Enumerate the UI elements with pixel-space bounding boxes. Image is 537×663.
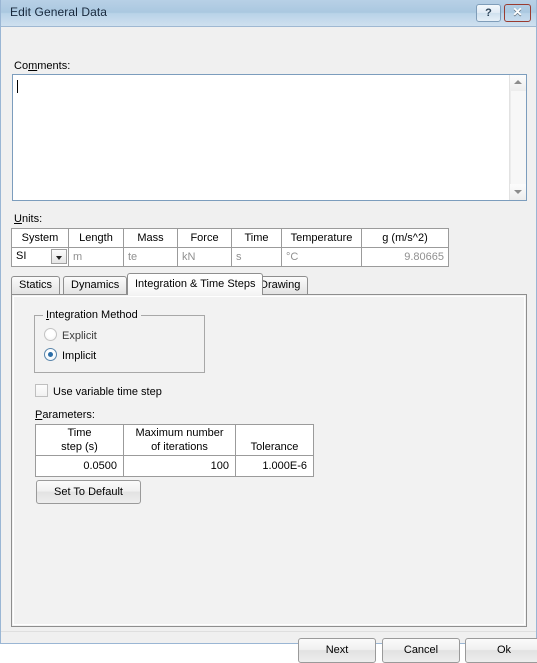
set-to-default-button[interactable]: Set To Default: [36, 480, 141, 504]
close-button[interactable]: ✕: [504, 4, 531, 22]
checkbox-use-variable-time-step[interactable]: Use variable time step: [35, 384, 162, 398]
radio-implicit[interactable]: Implicit: [44, 348, 96, 362]
units-col-system: System: [11, 228, 69, 248]
param-col-tolerance: Tolerance: [235, 424, 314, 456]
chevron-down-icon[interactable]: [51, 249, 67, 264]
title-bar: Edit General Data ? ✕: [1, 0, 536, 27]
scroll-up-icon[interactable]: [510, 75, 526, 91]
units-col-length: Length: [68, 228, 124, 248]
comments-scrollbar[interactable]: [509, 75, 526, 200]
units-col-force: Force: [177, 228, 232, 248]
scrollbar-track[interactable]: [510, 91, 526, 184]
param-col-max-iterations-line1: Maximum number: [135, 427, 224, 439]
param-col-max-iterations-line2: of iterations: [151, 441, 208, 453]
units-value-row: SI m te kN s °C 9.80665: [11, 247, 449, 267]
tab-panel: Integration Method Explicit Implicit Use…: [11, 294, 527, 627]
param-col-tolerance-line1: [242, 426, 307, 440]
tab-statics[interactable]: Statics: [11, 276, 61, 294]
units-label: Units:: [14, 213, 43, 225]
comments-label: Comments:: [14, 60, 71, 72]
units-col-time: Time: [231, 228, 282, 248]
integration-method-title: Integration Method: [43, 309, 141, 321]
param-col-time-step-line1: Time: [67, 427, 92, 439]
radio-implicit-label: Implicit: [62, 350, 97, 362]
checkbox-label: Use variable time step: [53, 386, 162, 398]
parameters-label: Parameters:: [35, 409, 95, 421]
units-length-value: m: [68, 247, 124, 267]
param-max-iterations-value[interactable]: 100: [123, 455, 236, 477]
parameters-header-row: Time step (s) Maximum number of iteratio…: [35, 424, 314, 456]
units-force-value: kN: [177, 247, 232, 267]
radio-off-icon: [44, 328, 57, 341]
comments-textarea[interactable]: [12, 74, 527, 201]
footer-separator: [1, 631, 536, 632]
units-col-mass: Mass: [123, 228, 178, 248]
param-time-step-value[interactable]: 0.0500: [35, 455, 124, 477]
units-col-temperature: Temperature: [281, 228, 362, 248]
param-tolerance-value[interactable]: 1.000E-6: [235, 455, 314, 477]
units-temperature-value: °C: [281, 247, 362, 267]
close-icon: ✕: [512, 5, 523, 19]
help-icon: ?: [485, 7, 492, 19]
units-system-value: SI: [16, 250, 27, 262]
help-button[interactable]: ?: [476, 4, 501, 22]
next-button[interactable]: Next: [298, 638, 376, 663]
radio-explicit-label: Explicit: [62, 330, 97, 342]
parameters-value-row: 0.0500 100 1.000E-6: [35, 455, 314, 477]
window-title: Edit General Data: [10, 5, 108, 19]
parameters-table: Time step (s) Maximum number of iteratio…: [35, 424, 314, 477]
units-header-row: System Length Mass Force Time Temperatur…: [11, 228, 449, 248]
param-col-max-iterations: Maximum number of iterations: [123, 424, 236, 456]
units-gravity-value: 9.80665: [361, 247, 449, 267]
ok-button[interactable]: Ok: [465, 638, 537, 663]
units-table: System Length Mass Force Time Temperatur…: [11, 228, 449, 267]
scroll-down-icon[interactable]: [510, 184, 526, 200]
param-col-time-step: Time step (s): [35, 424, 124, 456]
tab-panel-inner: Integration Method Explicit Implicit Use…: [13, 296, 525, 625]
param-col-time-step-line2: step (s): [61, 441, 98, 453]
integration-method-group: Integration Method Explicit Implicit: [34, 309, 205, 373]
units-mass-value: te: [123, 247, 178, 267]
text-caret: [17, 80, 18, 93]
units-system-dropdown[interactable]: SI: [11, 247, 69, 267]
cancel-button[interactable]: Cancel: [382, 638, 460, 663]
tab-dynamics[interactable]: Dynamics: [63, 276, 128, 294]
checkbox-unchecked-icon: [35, 384, 48, 397]
param-col-tolerance-line2: Tolerance: [250, 441, 299, 453]
dialog-window: Edit General Data ? ✕ Comments: Units: S…: [0, 0, 537, 663]
units-col-gravity: g (m/s^2): [361, 228, 449, 248]
radio-explicit[interactable]: Explicit: [44, 328, 97, 342]
units-time-value: s: [231, 247, 282, 267]
tab-integration-time-steps[interactable]: Integration & Time Steps: [127, 273, 264, 295]
radio-on-icon: [44, 348, 57, 361]
